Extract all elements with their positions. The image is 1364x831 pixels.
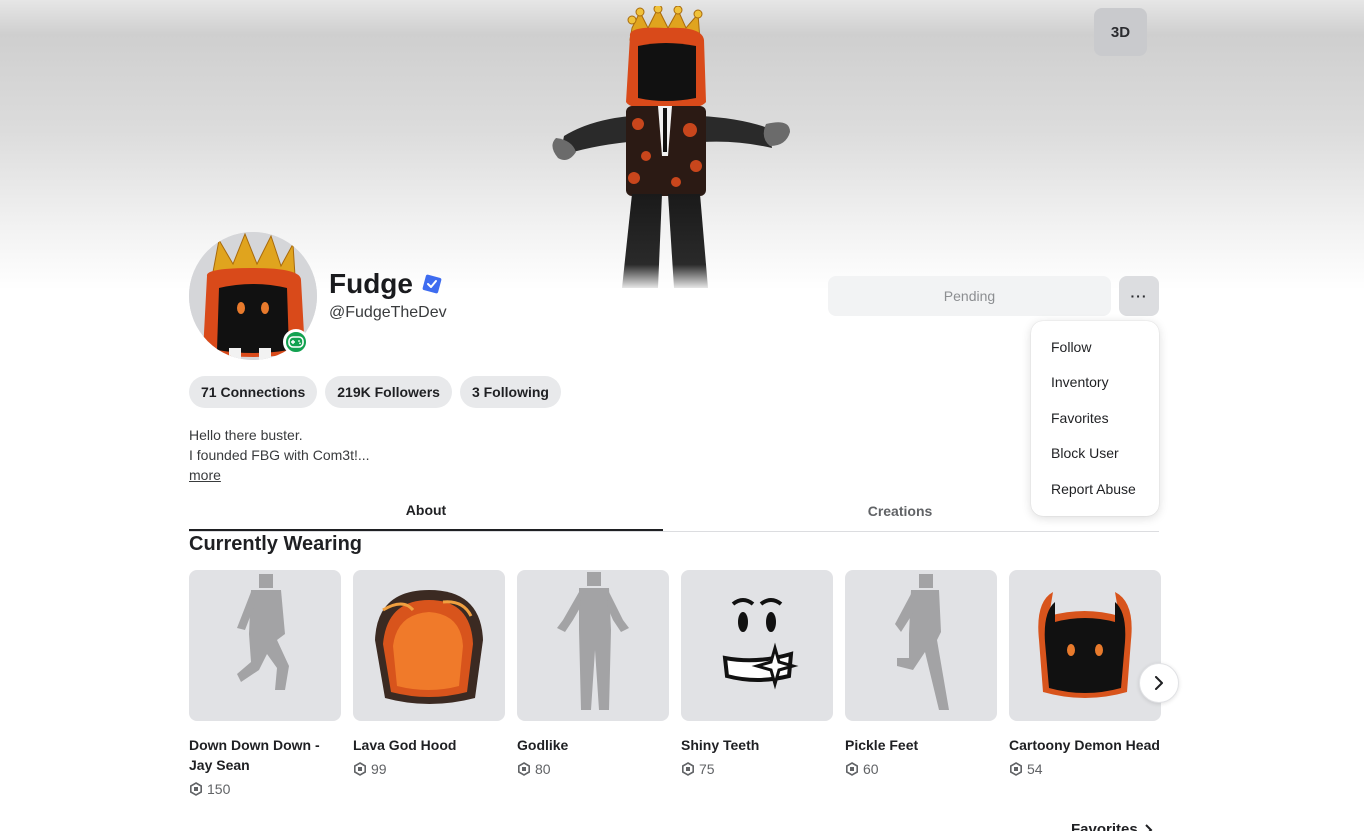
item-name[interactable]: Down Down Down - Jay Sean: [189, 735, 341, 775]
item-thumbnail: [517, 570, 669, 721]
bio-line: I founded FBG with Com3t!...: [189, 447, 370, 463]
demon-head-icon: [1038, 592, 1132, 698]
favorites-section-link[interactable]: Favorites: [1071, 821, 1154, 831]
more-options-button[interactable]: ···: [1119, 276, 1159, 316]
menu-item-favorites[interactable]: Favorites: [1031, 400, 1159, 436]
item-price-value: 80: [535, 761, 551, 777]
tab-about[interactable]: About: [189, 490, 663, 531]
item-thumbnail: [681, 570, 833, 721]
emote-silhouette-icon: [895, 574, 949, 710]
robux-icon: [1010, 762, 1022, 776]
profile-bio: Hello there buster. I founded FBG with C…: [189, 425, 370, 465]
profile-stats: 71 Connections 219K Followers 3 Followin…: [189, 376, 561, 408]
chevron-right-icon: [1155, 676, 1163, 690]
profile-options-menu: Follow Inventory Favorites Block User Re…: [1031, 321, 1159, 516]
carousel-next-button[interactable]: [1139, 663, 1179, 703]
connections-pill[interactable]: 71 Connections: [189, 376, 318, 408]
wearing-item-card[interactable]: Pickle Feet 60: [845, 570, 997, 797]
item-name[interactable]: Godlike: [517, 735, 669, 755]
item-price: 60: [845, 761, 997, 777]
display-name-row: Fudge: [329, 268, 443, 300]
item-price: 99: [353, 761, 505, 777]
item-name[interactable]: Cartoony Demon Head: [1009, 735, 1161, 755]
item-name[interactable]: Lava God Hood: [353, 735, 505, 755]
item-name[interactable]: Pickle Feet: [845, 735, 997, 755]
followers-pill[interactable]: 219K Followers: [325, 376, 452, 408]
emote-silhouette-icon: [237, 574, 289, 690]
wearing-item-card[interactable]: Shiny Teeth 75: [681, 570, 833, 797]
item-price: 75: [681, 761, 833, 777]
menu-item-report-abuse[interactable]: Report Abuse: [1031, 471, 1159, 507]
emote-silhouette-icon: [557, 572, 629, 710]
menu-item-block-user[interactable]: Block User: [1031, 436, 1159, 472]
robux-icon: [518, 762, 530, 776]
favorites-label: Favorites: [1071, 821, 1138, 831]
item-name[interactable]: Shiny Teeth: [681, 735, 833, 755]
following-pill[interactable]: 3 Following: [459, 376, 561, 408]
currently-wearing-list: Down Down Down - Jay Sean 150 Lava God H…: [189, 570, 1161, 797]
item-price-value: 150: [207, 781, 231, 797]
lava-hood-icon: [375, 590, 483, 704]
robux-icon: [846, 762, 858, 776]
bio-line: Hello there buster.: [189, 427, 303, 443]
profile-tabs: About Creations: [189, 490, 1159, 532]
item-price-value: 60: [863, 761, 879, 777]
item-thumbnail: [1009, 570, 1161, 721]
shiny-teeth-face-icon: [722, 598, 799, 690]
item-price-value: 99: [371, 761, 387, 777]
item-price: 54: [1009, 761, 1161, 777]
bio-more-link[interactable]: more: [189, 467, 221, 483]
wearing-item-card[interactable]: Down Down Down - Jay Sean 150: [189, 570, 341, 797]
item-price-value: 54: [1027, 761, 1043, 777]
robux-icon: [354, 762, 366, 776]
menu-item-follow[interactable]: Follow: [1031, 329, 1159, 365]
robux-icon: [190, 782, 202, 796]
avatar-3d-render[interactable]: [550, 6, 800, 296]
menu-item-inventory[interactable]: Inventory: [1031, 365, 1159, 401]
chevron-right-icon: [1144, 823, 1153, 831]
wearing-item-card[interactable]: Lava God Hood 99: [353, 570, 505, 797]
item-thumbnail: [353, 570, 505, 721]
item-thumbnail: [845, 570, 997, 721]
in-game-presence-icon: [283, 329, 309, 355]
pending-button[interactable]: Pending: [828, 276, 1111, 316]
currently-wearing-title: Currently Wearing: [189, 533, 362, 555]
item-price-value: 75: [699, 761, 715, 777]
item-price: 150: [189, 781, 341, 797]
view-3d-button[interactable]: 3D: [1094, 8, 1147, 56]
display-name: Fudge: [329, 268, 413, 299]
robux-icon: [682, 762, 694, 776]
item-thumbnail: [189, 570, 341, 721]
wearing-item-card[interactable]: Godlike 80: [517, 570, 669, 797]
item-price: 80: [517, 761, 669, 777]
username: @FudgeTheDev: [329, 304, 447, 321]
verified-badge-icon: [422, 274, 442, 294]
